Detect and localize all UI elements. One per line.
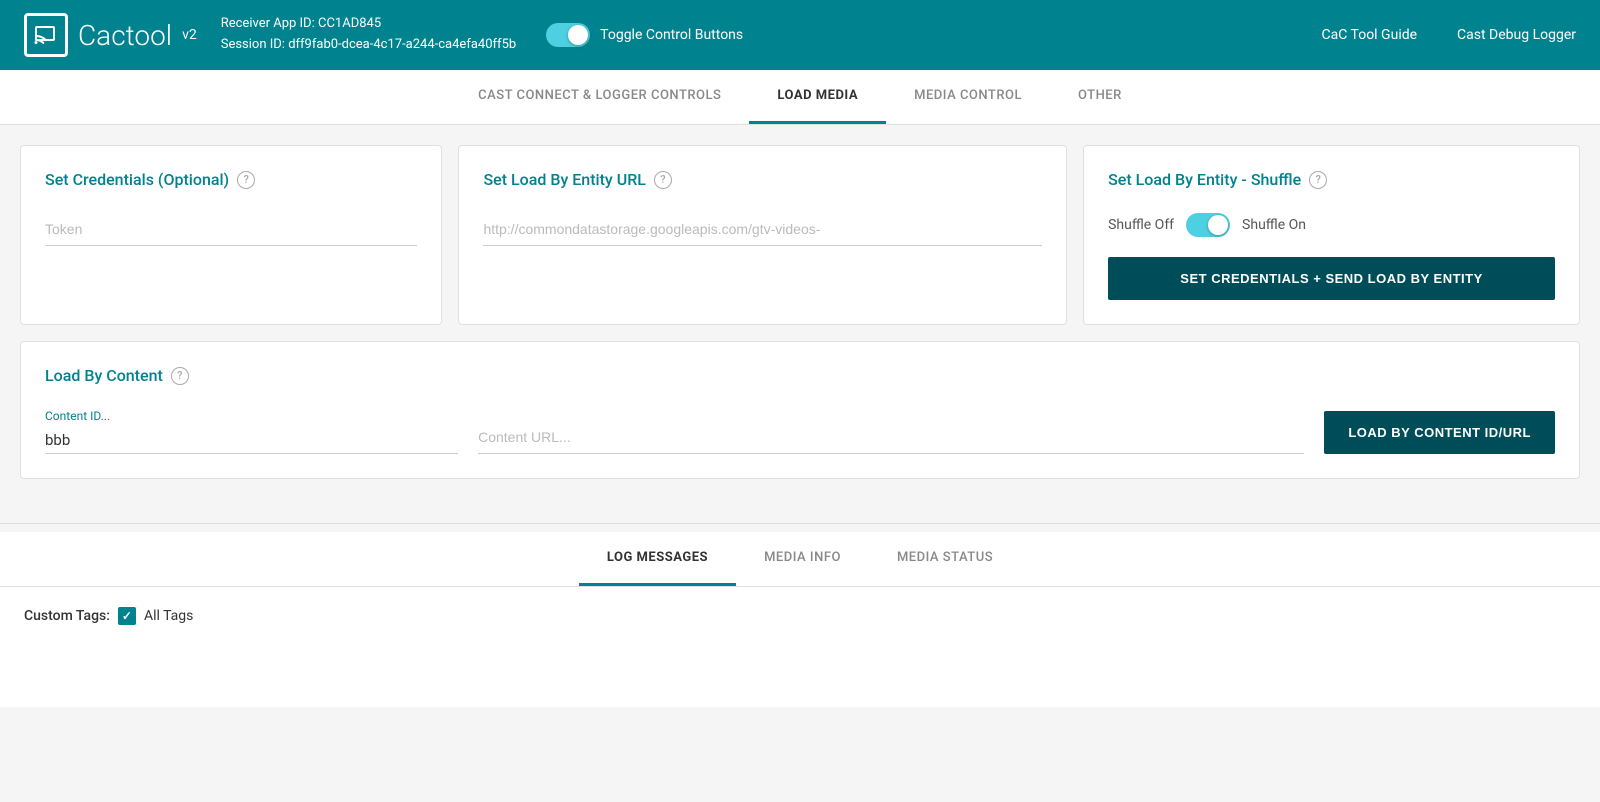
- content-id-group: Content ID... bbb: [45, 409, 458, 454]
- entity-url-card: Set Load By Entity URL ?: [458, 145, 1067, 325]
- tab-cast-connect[interactable]: CAST CONNECT & LOGGER CONTROLS: [450, 70, 749, 124]
- load-content-title: Load By Content ?: [45, 366, 1555, 385]
- receiver-app-id-label: Receiver App ID:: [221, 16, 315, 31]
- all-tags-label: All Tags: [144, 608, 193, 624]
- tab-media-status[interactable]: MEDIA STATUS: [869, 532, 1021, 586]
- content-id-label: Content ID...: [45, 409, 458, 423]
- tab-log-messages[interactable]: LOG MESSAGES: [579, 532, 736, 586]
- credentials-card-title: Set Credentials (Optional) ?: [45, 170, 417, 189]
- load-by-content-button[interactable]: LOAD BY CONTENT ID/URL: [1324, 411, 1555, 454]
- set-credentials-send-load-button[interactable]: SET CREDENTIALS + SEND LOAD BY ENTITY: [1108, 257, 1555, 300]
- entity-url-card-title: Set Load By Entity URL ?: [483, 170, 1042, 189]
- session-id-label: Session ID:: [221, 37, 285, 52]
- section-divider: [0, 523, 1600, 524]
- toggle-switch[interactable]: [546, 23, 590, 47]
- toggle-control[interactable]: Toggle Control Buttons: [546, 23, 743, 47]
- log-section: Custom Tags: All Tags: [0, 587, 1600, 707]
- logo: Cactool v2: [24, 13, 197, 57]
- content-url-input[interactable]: [478, 421, 1304, 454]
- cast-debug-logger-link[interactable]: Cast Debug Logger: [1457, 27, 1576, 43]
- receiver-app-id-value: CC1AD845: [318, 16, 381, 31]
- tab-media-info[interactable]: MEDIA INFO: [736, 532, 869, 586]
- tab-load-media[interactable]: LOAD MEDIA: [749, 70, 886, 124]
- all-tags-checkbox[interactable]: [118, 607, 136, 625]
- custom-tags-label: Custom Tags:: [24, 608, 110, 624]
- content-url-group: [478, 421, 1304, 454]
- logo-text: Cactool: [78, 19, 172, 52]
- shuffle-card-title: Set Load By Entity - Shuffle ?: [1108, 170, 1555, 189]
- load-content-card: Load By Content ? Content ID... bbb LOAD…: [20, 341, 1580, 479]
- bottom-tabs: LOG MESSAGES MEDIA INFO MEDIA STATUS: [0, 532, 1600, 587]
- app-header: Cactool v2 Receiver App ID: CC1AD845 Ses…: [0, 0, 1600, 70]
- shuffle-toggle-row: Shuffle Off Shuffle On: [1108, 213, 1555, 237]
- shuffle-card: Set Load By Entity - Shuffle ? Shuffle O…: [1083, 145, 1580, 325]
- shuffle-help-icon[interactable]: ?: [1309, 171, 1327, 189]
- tab-media-control[interactable]: MEDIA CONTROL: [886, 70, 1050, 124]
- toggle-label: Toggle Control Buttons: [600, 27, 743, 43]
- entity-url-help-icon[interactable]: ?: [654, 171, 672, 189]
- shuffle-on-label: Shuffle On: [1242, 217, 1306, 233]
- credentials-card: Set Credentials (Optional) ?: [20, 145, 442, 325]
- credentials-help-icon[interactable]: ?: [237, 171, 255, 189]
- token-input[interactable]: [45, 213, 417, 246]
- cast-icon: [24, 13, 68, 57]
- cards-row: Set Credentials (Optional) ? Set Load By…: [20, 145, 1580, 325]
- cac-tool-guide-link[interactable]: CaC Tool Guide: [1322, 27, 1418, 43]
- load-content-inputs: Content ID... bbb LOAD BY CONTENT ID/URL: [45, 409, 1555, 454]
- custom-tags-row: Custom Tags: All Tags: [24, 607, 1576, 625]
- main-tabs: CAST CONNECT & LOGGER CONTROLS LOAD MEDI…: [0, 70, 1600, 125]
- entity-url-input[interactable]: [483, 213, 1042, 246]
- header-nav: CaC Tool Guide Cast Debug Logger: [1322, 27, 1577, 43]
- shuffle-toggle[interactable]: [1186, 213, 1230, 237]
- tab-other[interactable]: OTHER: [1050, 70, 1150, 124]
- logo-version: v2: [182, 27, 197, 43]
- content-id-value[interactable]: bbb: [45, 427, 458, 454]
- session-id-value: dff9fab0-dcea-4c17-a244-ca4efa40ff5b: [288, 37, 516, 52]
- load-content-help-icon[interactable]: ?: [171, 367, 189, 385]
- main-content: Set Credentials (Optional) ? Set Load By…: [0, 125, 1600, 515]
- session-info: Receiver App ID: CC1AD845 Session ID: df…: [221, 14, 516, 56]
- shuffle-off-label: Shuffle Off: [1108, 217, 1174, 233]
